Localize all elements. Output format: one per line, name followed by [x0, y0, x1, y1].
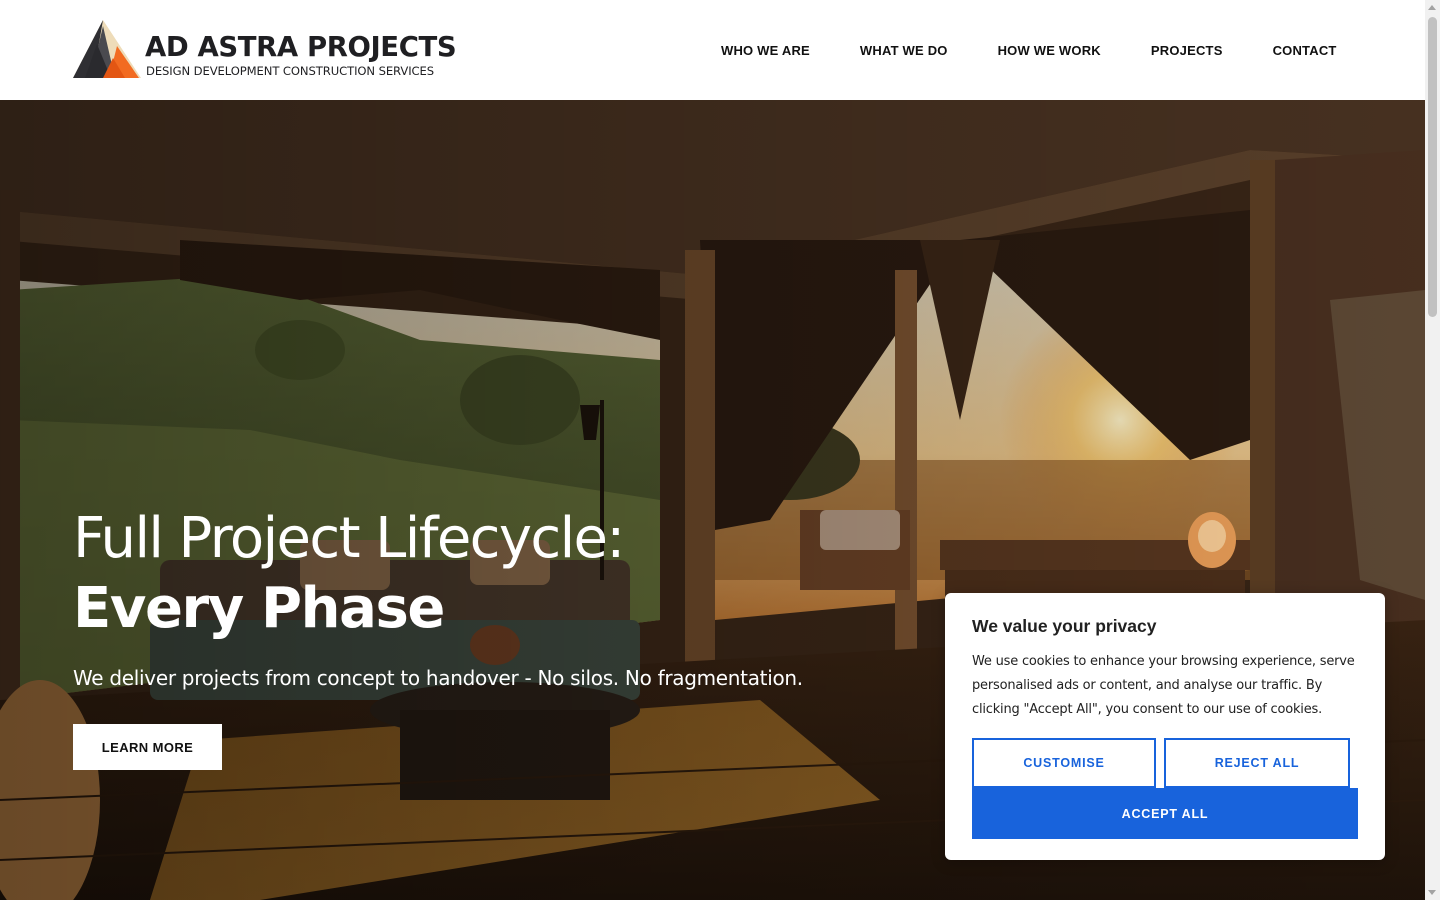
hero-title-line1: Full Project Lifecycle:: [73, 506, 625, 571]
nav-projects[interactable]: PROJECTS: [1126, 43, 1248, 58]
hero-title: Full Project Lifecycle: Every Phase: [73, 504, 833, 644]
logo-name: AD ASTRA PROJECTS: [145, 31, 457, 63]
cookie-consent-banner: We value your privacy We use cookies to …: [945, 593, 1385, 860]
nav-contact[interactable]: CONTACT: [1248, 43, 1362, 58]
page-scrollbar[interactable]: [1425, 0, 1440, 900]
mountain-triangle-logo-icon: [73, 20, 141, 78]
cookie-title: We value your privacy: [972, 616, 1157, 636]
hero-subtitle: We deliver projects from concept to hand…: [73, 666, 803, 690]
hero-content: Full Project Lifecycle: Every Phase We d…: [73, 504, 833, 770]
site-logo[interactable]: AD ASTRA PROJECTS DESIGN DEVELOPMENT CON…: [73, 20, 463, 82]
cookie-description: We use cookies to enhance your browsing …: [972, 654, 1355, 717]
scroll-up-arrow-icon[interactable]: [1428, 5, 1436, 10]
customise-button[interactable]: CUSTOMISE: [972, 738, 1156, 788]
site-header: AD ASTRA PROJECTS DESIGN DEVELOPMENT CON…: [0, 0, 1425, 100]
nav-how-we-work[interactable]: HOW WE WORK: [973, 43, 1126, 58]
learn-more-button[interactable]: LEARN MORE: [73, 724, 222, 770]
hero-title-line2: Every Phase: [73, 576, 445, 641]
accept-all-button[interactable]: ACCEPT ALL: [972, 788, 1358, 839]
reject-all-button[interactable]: REJECT ALL: [1164, 738, 1350, 788]
logo-tagline: DESIGN DEVELOPMENT CONSTRUCTION SERVICES: [146, 64, 435, 78]
scroll-down-arrow-icon[interactable]: [1428, 890, 1436, 895]
main-nav: WHO WE ARE WHAT WE DO HOW WE WORK PROJEC…: [696, 0, 1362, 100]
nav-who-we-are[interactable]: WHO WE ARE: [696, 43, 835, 58]
nav-what-we-do[interactable]: WHAT WE DO: [835, 43, 973, 58]
scrollbar-thumb[interactable]: [1428, 17, 1437, 317]
